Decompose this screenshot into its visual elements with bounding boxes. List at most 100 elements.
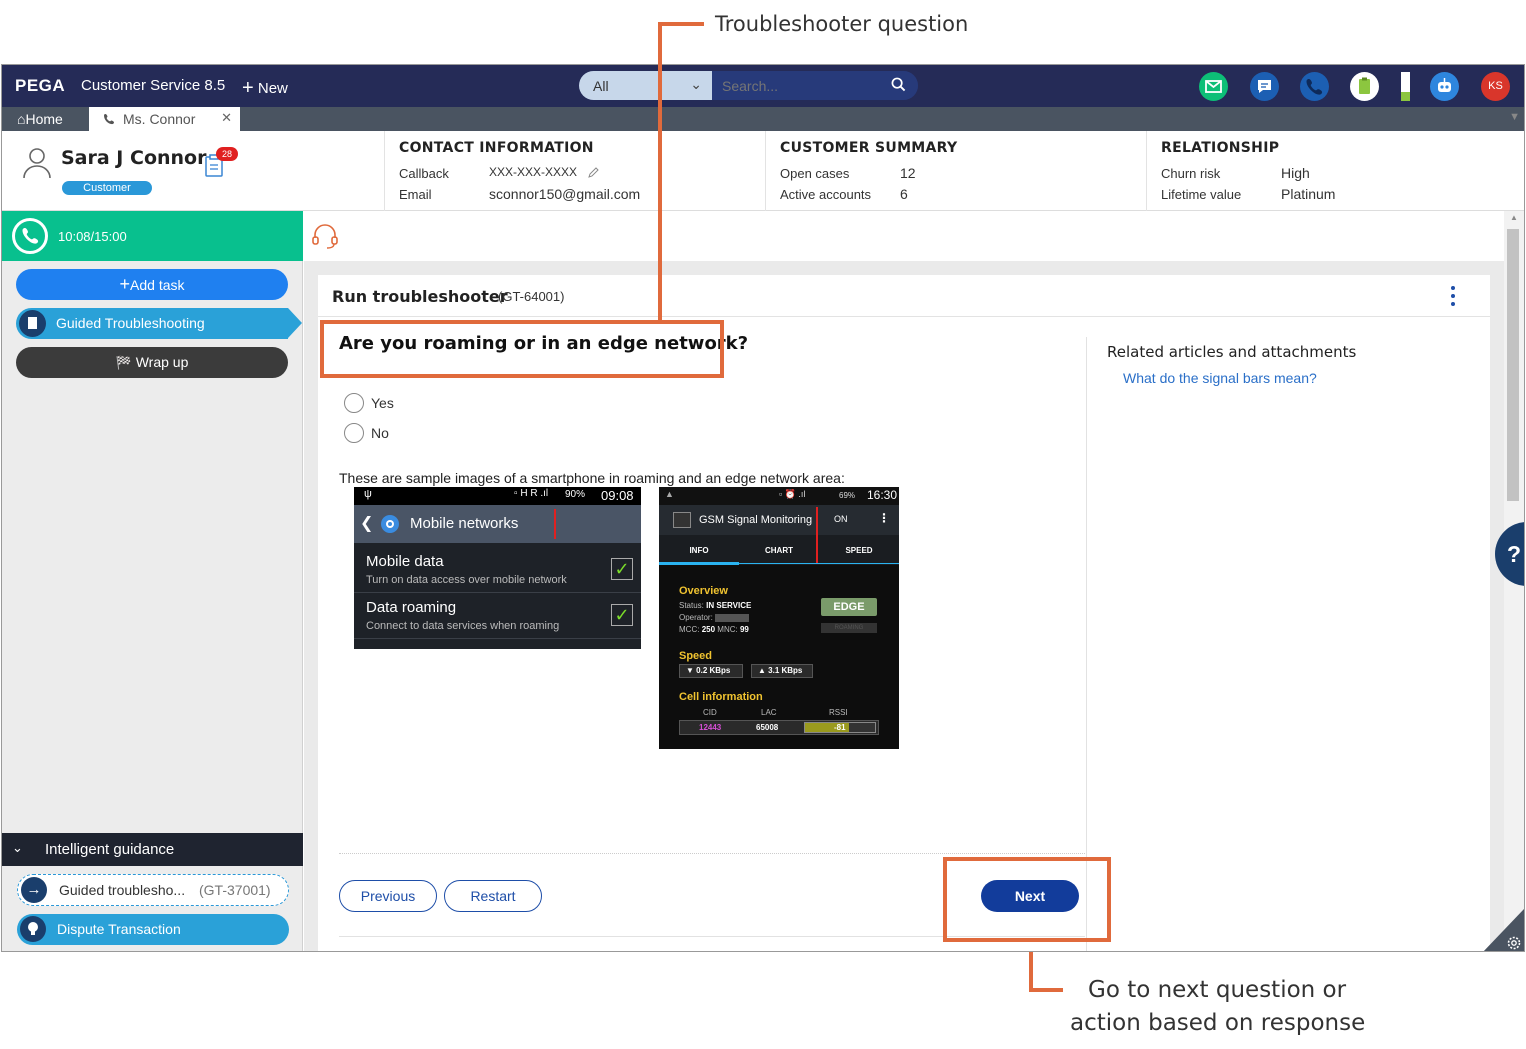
- arrow-right-icon: →: [21, 877, 47, 903]
- churn-risk-label: Churn risk: [1161, 166, 1221, 181]
- scroll-up-arrow[interactable]: ▲: [1510, 213, 1518, 222]
- chevron-down-icon: ⌄: [690, 76, 702, 92]
- phone-icon[interactable]: [1300, 72, 1329, 101]
- scrollbar-thumb[interactable]: [1507, 229, 1519, 501]
- relationship-panel: RELATIONSHIP Churn risk High Lifetime va…: [1146, 131, 1524, 211]
- callout-connector-top-vertical: [658, 22, 662, 322]
- callout-connector-top-horizontal: [658, 22, 704, 26]
- rssi-bar: -81: [804, 722, 876, 733]
- cell-info-row: 12443 65008 -81: [679, 720, 879, 735]
- phone-call-icon[interactable]: [12, 218, 48, 254]
- customer-header: Sara J Connor Customer 28 CONTACT INFORM…: [2, 131, 1524, 211]
- robot-assistant-icon[interactable]: [1430, 72, 1459, 101]
- app-icon: [673, 512, 691, 528]
- checkbox-checked-icon: ✓: [611, 558, 633, 580]
- back-chevron-icon: ❮: [360, 515, 374, 532]
- phone1-title: Mobile networks: [410, 515, 519, 532]
- search-bar: All ⌄: [579, 71, 918, 100]
- search-input[interactable]: [712, 71, 918, 100]
- lac-label: LAC: [761, 708, 777, 717]
- speed-heading: Speed: [679, 650, 713, 662]
- guidance-item-guided-troubleshooting[interactable]: → Guided troublesho... (GT-37001): [17, 874, 289, 906]
- option-yes-radio[interactable]: [344, 393, 364, 413]
- wrap-up-button[interactable]: 🏁 Wrap up: [16, 347, 288, 378]
- sample-image-mobile-networks: ψ ▫ H R .ıl 90% 09:08 ❮ Mobile networks …: [354, 487, 641, 649]
- guidance-item2-label: Dispute Transaction: [57, 921, 181, 937]
- operator-redacted: [715, 613, 750, 622]
- headset-icon[interactable]: [311, 223, 339, 249]
- open-cases-label: Open cases: [780, 166, 850, 181]
- cid-label: CID: [703, 708, 717, 717]
- email-value: sconnor150@gmail.com: [489, 186, 641, 202]
- user-avatar[interactable]: KS: [1481, 72, 1510, 101]
- tab-ms-connor[interactable]: Ms. Connor ✕: [89, 107, 240, 131]
- phone2-title-bar: GSM Signal Monitoring ON ⋮: [659, 505, 899, 535]
- intelligent-guidance-header[interactable]: ⌄ Intelligent guidance: [2, 833, 303, 866]
- callout-connector-bottom-horizontal: [1029, 988, 1063, 992]
- tab-ms-connor-label: Ms. Connor: [123, 111, 196, 127]
- phone1-title-bar: ❮ Mobile networks: [354, 505, 641, 543]
- guidance-item1-id: (GT-37001): [199, 882, 271, 898]
- clipboard-status-icon[interactable]: [1350, 72, 1379, 101]
- new-button[interactable]: + New: [242, 76, 288, 99]
- add-task-button[interactable]: +Add task: [16, 269, 288, 300]
- top-header-bar: PEGA Customer Service 8.5 + New All ⌄ Se…: [2, 65, 1524, 107]
- cid-value: 12443: [699, 723, 722, 732]
- search-scope-dropdown[interactable]: All ⌄: [579, 71, 712, 100]
- overflow-icon: ⋮: [878, 511, 890, 525]
- mobile-data-title: Mobile data: [366, 553, 444, 570]
- settings-gear-icon: [381, 515, 399, 533]
- phone2-toggle: ON: [834, 514, 848, 524]
- usb-icon: ψ: [364, 488, 372, 500]
- email-icon[interactable]: [1199, 72, 1228, 101]
- chat-icon[interactable]: [1250, 72, 1279, 101]
- guidance-item1-label: Guided troublesho...: [59, 882, 186, 898]
- option-no-radio[interactable]: [344, 423, 364, 443]
- mcc-label: MCC:: [679, 625, 700, 634]
- close-tab-icon[interactable]: ✕: [221, 110, 232, 126]
- phone2-tab-underline: [739, 563, 899, 564]
- guidance-item-dispute-transaction[interactable]: Dispute Transaction: [17, 914, 289, 945]
- status-value: IN SERVICE: [706, 601, 752, 610]
- troubleshooter-question-callout: Troubleshooter question: [715, 12, 969, 36]
- customer-summary-title: CUSTOMER SUMMARY: [780, 140, 958, 156]
- churn-risk-value: High: [1281, 165, 1310, 181]
- phone2-time: 16:30: [867, 488, 898, 502]
- call-timer: 10:08/15:00: [58, 229, 127, 244]
- overview-heading: Overview: [679, 585, 728, 597]
- search-scope-value: All: [593, 78, 609, 94]
- intelligent-guidance-title: Intelligent guidance: [45, 841, 175, 858]
- search-icon[interactable]: [891, 77, 906, 92]
- person-icon: [23, 148, 51, 179]
- guided-troubleshooting-step[interactable]: Guided Troubleshooting: [16, 308, 302, 339]
- question-highlight-box: [320, 320, 724, 378]
- previous-button[interactable]: Previous: [339, 880, 437, 912]
- gear-icon[interactable]: [1506, 935, 1522, 951]
- sample-images-caption: These are sample images of a smartphone …: [339, 470, 845, 486]
- signal-bars-article-link[interactable]: What do the signal bars mean?: [1123, 370, 1317, 386]
- card-header: Run troubleshooter (GT-64001): [318, 275, 1490, 317]
- callback-label: Callback: [399, 166, 449, 181]
- mnc-label: MNC:: [717, 625, 738, 634]
- option-yes-label: Yes: [371, 395, 394, 411]
- add-task-label: Add task: [130, 277, 185, 293]
- left-panel: 10:08/15:00 +Add task Guided Troubleshoo…: [2, 211, 303, 951]
- speed-down: ▼ 0.2 KBps: [679, 664, 743, 678]
- more-options-icon[interactable]: [1451, 286, 1457, 308]
- phone-icon: [104, 114, 114, 125]
- new-label: New: [257, 80, 288, 97]
- open-cases-value: 12: [900, 165, 916, 181]
- chevron-down-icon: ⌄: [12, 840, 23, 855]
- help-button[interactable]: ?: [1495, 522, 1524, 586]
- phone2-tabs: INFO CHART SPEED: [659, 535, 899, 565]
- restart-button[interactable]: Restart: [444, 880, 542, 912]
- sample-image-gsm-signal-monitoring: ▲ ▫ ⏰ .ıl 69% 16:30 GSM Signal Monitorin…: [659, 487, 899, 749]
- tab-home[interactable]: ⌂Home: [2, 107, 86, 131]
- roaming-red-arrow: [554, 509, 556, 539]
- document-icon: [19, 310, 46, 337]
- customer-name: Sara J Connor: [61, 147, 207, 169]
- speed-up-value: 3.1 KBps: [768, 666, 803, 675]
- speed-down-value: 0.2 KBps: [696, 666, 731, 675]
- tabs-overflow-icon[interactable]: ▼: [1509, 111, 1520, 123]
- edit-pencil-icon[interactable]: [587, 167, 599, 179]
